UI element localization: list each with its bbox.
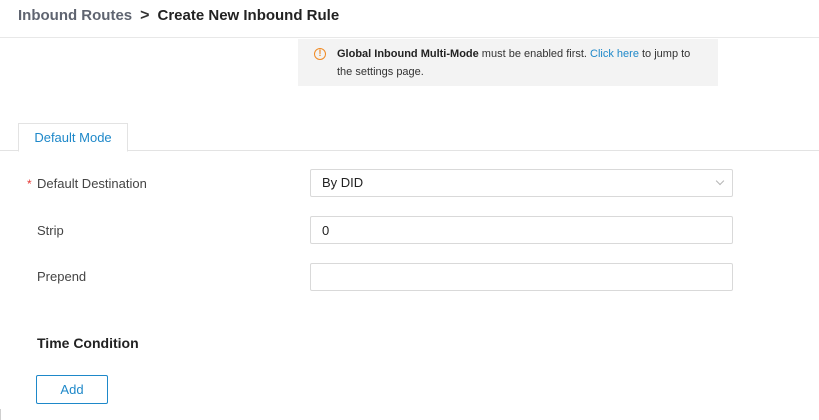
prepend-label: Prepend <box>37 269 87 284</box>
time-condition-title: Time Condition <box>37 335 139 351</box>
breadcrumb: Inbound Routes > Create New Inbound Rule <box>18 7 339 25</box>
breadcrumb-separator-icon: > <box>140 7 150 24</box>
required-asterisk: * <box>27 177 32 191</box>
mode-tabs: Default Mode <box>0 123 819 152</box>
divider <box>0 409 3 420</box>
warning-circle-icon: ! <box>314 48 326 60</box>
strip-input[interactable] <box>310 216 733 244</box>
page-title: Create New Inbound Rule <box>157 7 340 24</box>
banner-bold-text: Global Inbound Multi-Mode <box>337 48 479 60</box>
default-destination-select[interactable]: By DID <box>310 169 733 197</box>
add-time-condition-button[interactable]: Add <box>36 375 108 404</box>
settings-page-link[interactable]: Click here <box>590 48 639 60</box>
breadcrumb-inbound-routes-link[interactable]: Inbound Routes <box>18 7 132 25</box>
prepend-input[interactable] <box>310 263 733 291</box>
banner-text: must be enabled first. <box>478 48 591 60</box>
tab-default-mode[interactable]: Default Mode <box>18 123 128 152</box>
default-destination-value: By DID <box>322 175 364 190</box>
default-destination-label: Default Destination <box>37 176 147 191</box>
chevron-down-icon <box>715 176 725 186</box>
multi-mode-warning-banner: ! Global Inbound Multi-Mode must be enab… <box>298 39 718 86</box>
create-inbound-rule-page: Inbound Routes > Create New Inbound Rule… <box>0 0 819 420</box>
strip-label: Strip <box>37 223 64 238</box>
page-header: Inbound Routes > Create New Inbound Rule <box>0 0 819 38</box>
